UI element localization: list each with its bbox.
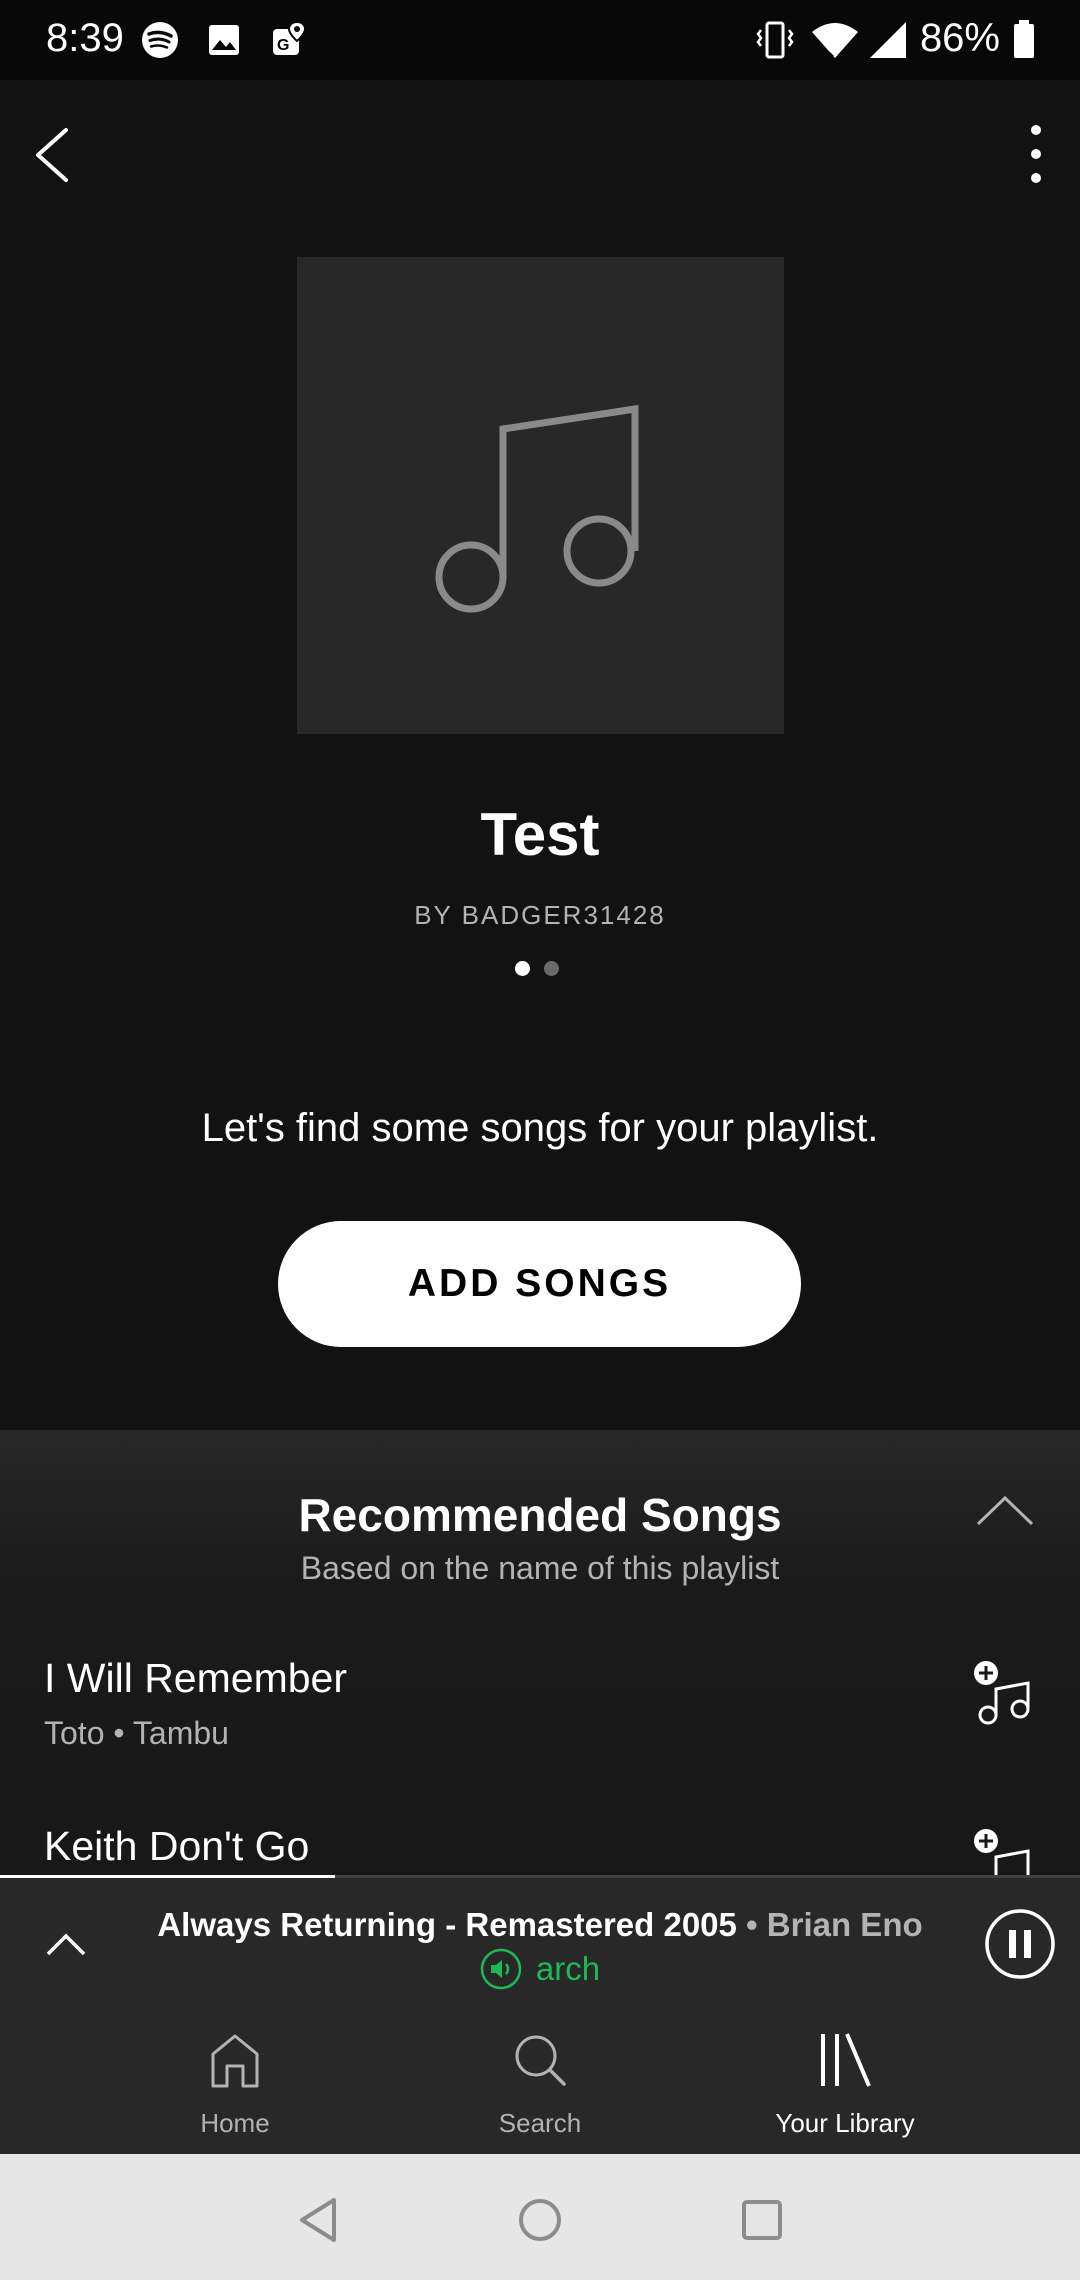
- recommended-title: Recommended Songs: [298, 1489, 782, 1541]
- maps-icon: G: [273, 20, 307, 55]
- system-back-button[interactable]: [290, 2190, 350, 2250]
- back-button[interactable]: [26, 120, 86, 190]
- nav-home[interactable]: Home: [115, 2012, 355, 2154]
- home-icon: [211, 2034, 259, 2088]
- expand-player-button[interactable]: [36, 1908, 96, 1978]
- status-time: 8:39: [46, 16, 124, 60]
- add-songs-button[interactable]: ADD SONGS: [278, 1221, 801, 1347]
- now-playing-bar[interactable]: Always Returning - Remastered 2005 • Bri…: [0, 1878, 1080, 2012]
- song-title: Keith Don't Go: [44, 1823, 310, 1869]
- song-artist-album: Toto • Tambu: [44, 1715, 229, 1751]
- page-dot-active: [515, 961, 530, 976]
- spotify-icon: [142, 22, 178, 58]
- signal-icon: [870, 22, 906, 58]
- library-icon: [821, 2033, 871, 2087]
- device-name: arch: [535, 1950, 601, 1987]
- add-song-icon: [974, 1661, 1030, 1725]
- vibrate-icon: [756, 21, 794, 59]
- more-options-button[interactable]: [1000, 116, 1070, 196]
- add-to-playlist-button[interactable]: [972, 1659, 1042, 1733]
- nav-label: Search: [498, 2108, 582, 2138]
- connected-device[interactable]: arch: [120, 1948, 960, 1990]
- now-playing-track: Always Returning - Remastered 2005: [157, 1906, 737, 1943]
- playlist-title: Test: [480, 801, 600, 868]
- more-vertical-icon: [1031, 125, 1041, 183]
- battery-icon: [1014, 20, 1034, 58]
- battery-percentage: 86%: [919, 16, 1000, 60]
- now-playing-artist: Brian Eno: [766, 1906, 923, 1943]
- chevron-left-icon: [36, 128, 68, 182]
- back-triangle-icon: [300, 2198, 336, 2242]
- system-home-button[interactable]: [510, 2190, 570, 2250]
- playlist-owner: BY BADGER31428: [414, 900, 666, 930]
- page-indicator: [515, 961, 559, 976]
- add-to-playlist-button[interactable]: [972, 1827, 1042, 1876]
- collapse-recommended-button[interactable]: [970, 1484, 1040, 1534]
- recommended-songs-section: Recommended Songs Based on the name of t…: [0, 1430, 1080, 1876]
- nav-label: Home: [200, 2108, 270, 2138]
- recommended-subtitle: Based on the name of this playlist: [300, 1550, 780, 1586]
- recents-square-icon: [742, 2200, 782, 2240]
- status-notification-icons: G: [140, 20, 308, 60]
- add-song-icon: [974, 1829, 1030, 1876]
- system-navigation-bar: [0, 2154, 1080, 2280]
- home-circle-icon: [519, 2199, 561, 2241]
- recommended-song-row[interactable]: I Will Remember Toto • Tambu: [0, 1655, 1080, 1815]
- bottom-navigation: Home Search Your Library: [0, 2012, 1080, 2154]
- status-bar: 8:39 G 86%: [0, 0, 1080, 80]
- nav-your-library[interactable]: Your Library: [725, 2012, 965, 2154]
- recommended-song-row[interactable]: Keith Don't Go: [0, 1823, 1080, 1876]
- image-icon: [209, 25, 239, 55]
- system-recents-button[interactable]: [732, 2190, 792, 2250]
- now-playing-separator: •: [736, 1906, 767, 1943]
- now-playing-title-line: Always Returning - Remastered 2005 • Bri…: [120, 1906, 960, 1944]
- music-note-icon: [435, 404, 639, 613]
- svg-text:G: G: [277, 37, 289, 54]
- chevron-up-icon: [976, 1495, 1034, 1526]
- nav-search[interactable]: Search: [420, 2012, 660, 2154]
- pause-button[interactable]: [984, 1908, 1056, 1980]
- search-icon: [515, 2035, 566, 2086]
- playlist-header: [0, 80, 1080, 230]
- empty-playlist-prompt: Let's find some songs for your playlist.: [201, 1106, 879, 1150]
- playlist-cover: [297, 257, 784, 734]
- page-dot: [544, 961, 559, 976]
- wifi-icon: [812, 23, 858, 58]
- pause-icon: [985, 1909, 1055, 1979]
- speaker-icon: [480, 1948, 522, 1990]
- nav-label: Your Library: [775, 2108, 915, 2138]
- chevron-up-icon: [46, 1933, 86, 1956]
- song-title: I Will Remember: [44, 1655, 347, 1701]
